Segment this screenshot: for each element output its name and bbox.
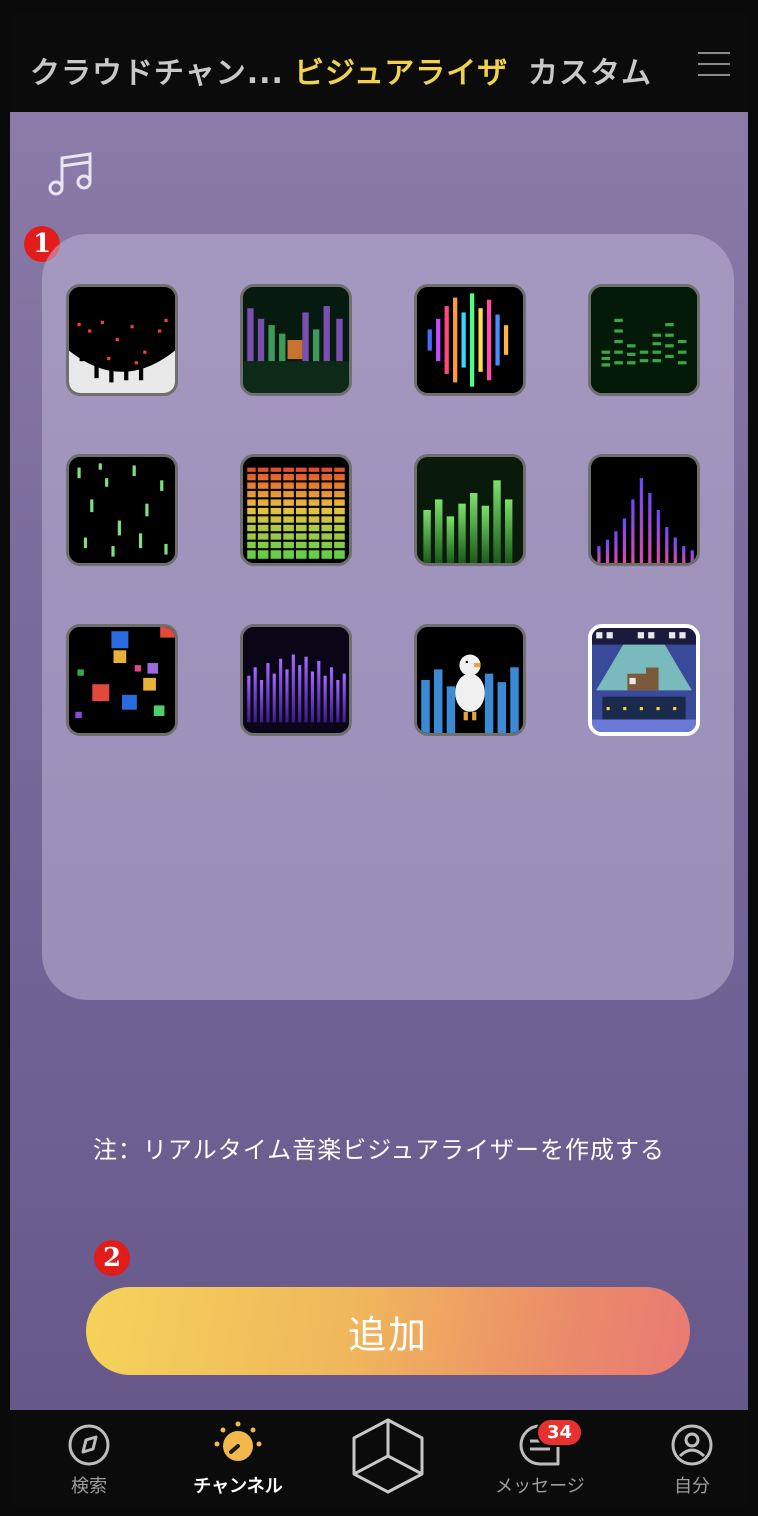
top-tab-bar: クラウドチャン... ビジュアライザ カスタム	[10, 14, 748, 112]
nav-item-profile[interactable]: 自分	[662, 1410, 722, 1506]
visualizer-tile-purple-bars[interactable]	[240, 624, 352, 736]
nav-label-channel: チャンネル	[193, 1476, 283, 1497]
tab-custom[interactable]: カスタム	[528, 48, 652, 92]
compass-icon	[68, 1424, 110, 1466]
visualizer-tile-colored-squares[interactable]	[66, 624, 178, 736]
bottom-nav: 検索 チャンネル 34 メッセージ 自分	[10, 1410, 748, 1506]
nav-item-cube[interactable]	[346, 1410, 430, 1506]
cube-icon	[352, 1418, 424, 1494]
menu-icon[interactable]	[698, 52, 730, 78]
step-marker-2: 2	[94, 1240, 130, 1276]
add-button[interactable]: 追加	[86, 1287, 690, 1375]
tab-cloud-channel[interactable]: クラウドチャン...	[30, 48, 284, 92]
nav-label-messages: メッセージ	[495, 1476, 585, 1497]
tab-visualizer[interactable]: ビジュアライザ	[294, 48, 508, 92]
visualizer-tile-rainbow-waveform[interactable]	[414, 284, 526, 396]
user-icon	[671, 1424, 713, 1466]
visualizer-panel	[42, 234, 734, 1000]
visualizer-tile-pink-purple-spectrum[interactable]	[588, 454, 700, 566]
music-note-icon[interactable]	[46, 148, 98, 204]
nav-item-channel[interactable]: チャンネル	[188, 1410, 288, 1506]
visualizer-tile-pixel-cat-scene[interactable]	[588, 624, 700, 736]
note-text: 注：リアルタイム音楽ビジュアライザーを作成する	[92, 1136, 666, 1164]
visualizer-tile-pixel-character-bars[interactable]	[240, 284, 352, 396]
visualizer-tile-gradient-led-bars[interactable]	[240, 454, 352, 566]
message-badge: 34	[536, 1418, 584, 1447]
visualizer-tile-green-rain[interactable]	[66, 454, 178, 566]
nav-item-messages[interactable]: 34 メッセージ	[490, 1410, 590, 1506]
nav-item-search[interactable]: 検索	[54, 1410, 124, 1506]
visualizer-tile-falling-dots[interactable]	[66, 284, 178, 396]
visualizer-page: 1 注：リアルタイム音楽ビジュアライザーを作成する 2 追加	[10, 112, 748, 1410]
dial-icon	[214, 1421, 262, 1461]
visualizer-tile-bird-bars[interactable]	[414, 624, 526, 736]
nav-label-profile: 自分	[674, 1476, 710, 1497]
nav-label-search: 検索	[71, 1476, 107, 1497]
visualizer-tile-green-bars[interactable]	[414, 454, 526, 566]
visualizer-tile-green-equalizer[interactable]	[588, 284, 700, 396]
